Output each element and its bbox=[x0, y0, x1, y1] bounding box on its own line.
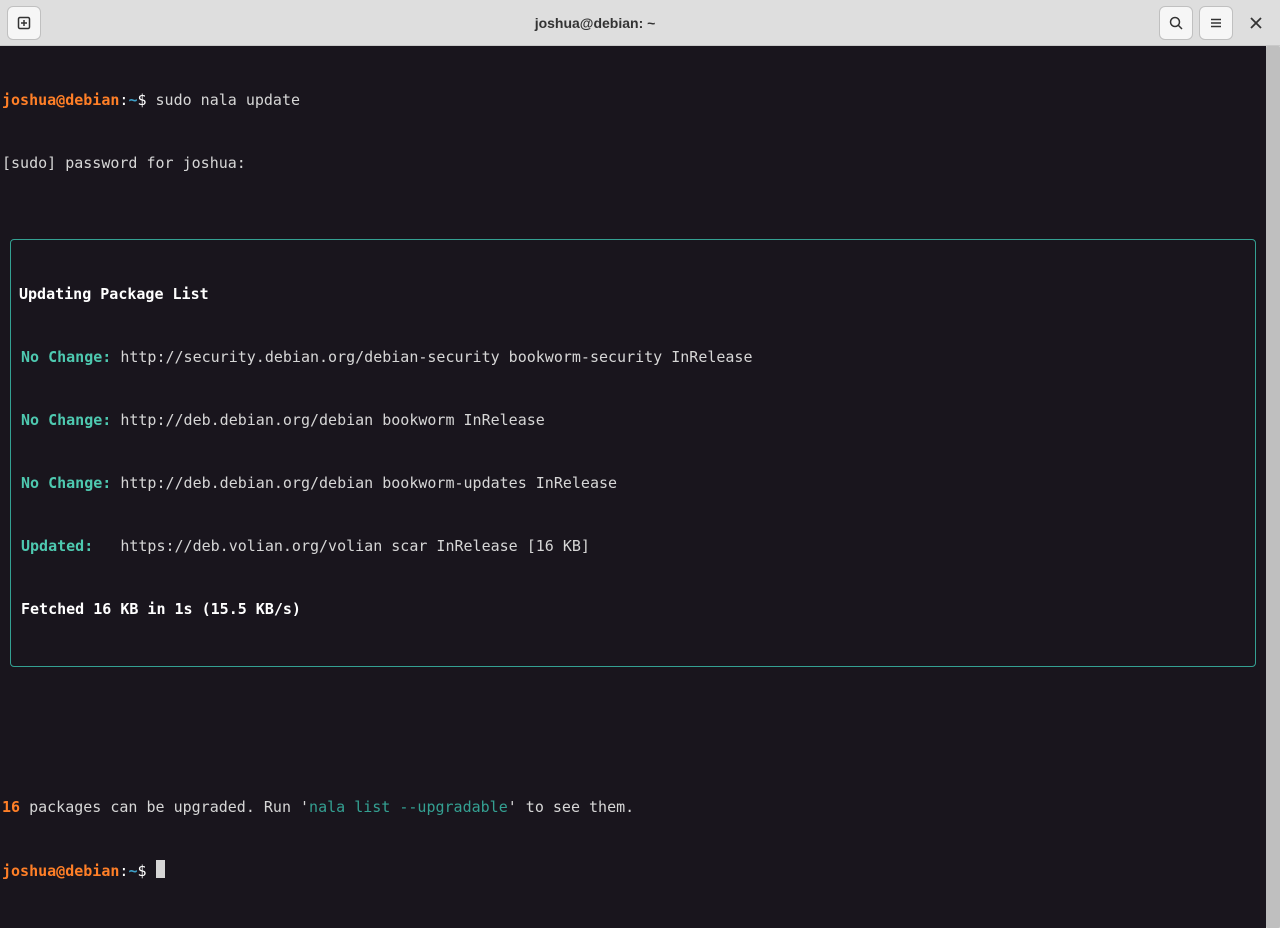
sudo-prompt: [sudo] password for joshua: bbox=[2, 153, 1264, 174]
prompt-line-2: joshua@debian:~$ bbox=[2, 860, 1264, 882]
menu-button[interactable] bbox=[1199, 6, 1233, 40]
close-button[interactable] bbox=[1239, 6, 1273, 40]
new-tab-button[interactable] bbox=[7, 6, 41, 40]
scrollbar[interactable] bbox=[1266, 46, 1280, 928]
repo-url: http://deb.debian.org/debian bookworm In… bbox=[120, 411, 544, 429]
upgrade-command: nala list --upgradable bbox=[309, 798, 508, 816]
search-icon bbox=[1168, 15, 1184, 31]
terminal-viewport: joshua@debian:~$ sudo nala update [sudo]… bbox=[0, 46, 1280, 928]
cursor bbox=[156, 860, 165, 878]
repo-status: No Change: bbox=[21, 474, 111, 492]
close-icon bbox=[1249, 16, 1263, 30]
hamburger-icon bbox=[1208, 15, 1224, 31]
repo-line: No Change: http://security.debian.org/de… bbox=[19, 347, 1247, 368]
repo-url: https://deb.volian.org/volian scar InRel… bbox=[120, 537, 590, 555]
repo-url: http://security.debian.org/debian-securi… bbox=[120, 348, 752, 366]
prompt-userhost: joshua@debian bbox=[2, 91, 119, 109]
blank-line bbox=[2, 734, 1264, 755]
prompt-sigil: $ bbox=[137, 862, 146, 880]
repo-line: No Change: http://deb.debian.org/debian … bbox=[19, 410, 1247, 431]
scrollbar-thumb[interactable] bbox=[1266, 46, 1280, 928]
terminal[interactable]: joshua@debian:~$ sudo nala update [sudo]… bbox=[0, 46, 1266, 928]
repo-line: Updated: https://deb.volian.org/volian s… bbox=[19, 536, 1247, 557]
repo-line: No Change: http://deb.debian.org/debian … bbox=[19, 473, 1247, 494]
command-text: sudo nala update bbox=[156, 91, 301, 109]
upgrade-count: 16 bbox=[2, 798, 20, 816]
repo-status: No Change: bbox=[21, 411, 111, 429]
fetched-line: Fetched 16 KB in 1s (15.5 KB/s) bbox=[19, 599, 1247, 620]
search-button[interactable] bbox=[1159, 6, 1193, 40]
window-title: joshua@debian: ~ bbox=[47, 15, 1153, 31]
prompt-userhost: joshua@debian bbox=[2, 862, 119, 880]
upgrade-tail: ' to see them. bbox=[508, 798, 634, 816]
upgradable-line: 16 packages can be upgraded. Run 'nala l… bbox=[2, 797, 1264, 818]
repo-status: Updated: bbox=[21, 537, 93, 555]
new-tab-icon bbox=[16, 15, 32, 31]
update-frame: Updating Package List No Change: http://… bbox=[10, 239, 1256, 667]
titlebar: joshua@debian: ~ bbox=[0, 0, 1280, 46]
upgrade-text: packages can be upgraded. Run ' bbox=[20, 798, 309, 816]
prompt-line-1: joshua@debian:~$ sudo nala update bbox=[2, 90, 1264, 111]
repo-status: No Change: bbox=[21, 348, 111, 366]
frame-title: Updating Package List bbox=[19, 284, 1247, 305]
repo-url: http://deb.debian.org/debian bookworm-up… bbox=[120, 474, 617, 492]
prompt-sigil: $ bbox=[137, 91, 146, 109]
